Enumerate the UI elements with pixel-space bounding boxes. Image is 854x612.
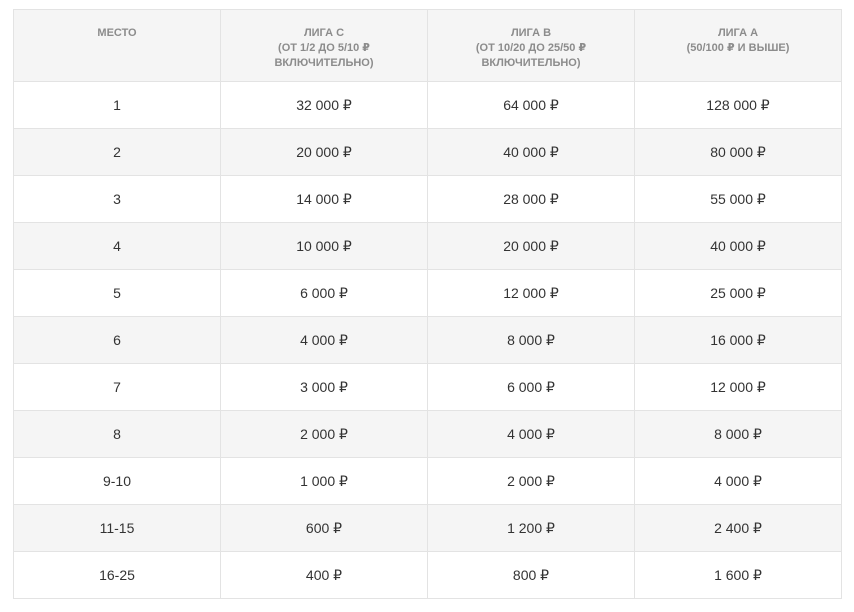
table-row: 7 3 000 ₽ 6 000 ₽ 12 000 ₽ — [13, 363, 842, 411]
cell-place: 11-15 — [13, 504, 221, 552]
table-row: 2 20 000 ₽ 40 000 ₽ 80 000 ₽ — [13, 128, 842, 176]
cell-league-a: 2 400 ₽ — [634, 504, 842, 552]
header-line: МЕСТО — [97, 27, 137, 39]
cell-league-c: 3 000 ₽ — [220, 363, 428, 411]
header-league-a: ЛИГА A (50/100 ₽ И ВЫШЕ) — [634, 9, 842, 82]
cell-league-b: 64 000 ₽ — [427, 81, 635, 129]
cell-league-b: 800 ₽ — [427, 551, 635, 599]
cell-league-c: 10 000 ₽ — [220, 222, 428, 270]
cell-place: 6 — [13, 316, 221, 364]
cell-league-a: 4 000 ₽ — [634, 457, 842, 505]
table-row: 3 14 000 ₽ 28 000 ₽ 55 000 ₽ — [13, 175, 842, 223]
cell-place: 1 — [13, 81, 221, 129]
cell-league-c: 400 ₽ — [220, 551, 428, 599]
table-row: 5 6 000 ₽ 12 000 ₽ 25 000 ₽ — [13, 269, 842, 317]
cell-place: 4 — [13, 222, 221, 270]
table-body: 1 32 000 ₽ 64 000 ₽ 128 000 ₽ 2 20 000 ₽… — [13, 81, 842, 599]
prize-table: МЕСТО ЛИГА C (ОТ 1/2 ДО 5/10 ₽ ВКЛЮЧИТЕЛ… — [13, 9, 842, 599]
cell-league-b: 4 000 ₽ — [427, 410, 635, 458]
table-row: 6 4 000 ₽ 8 000 ₽ 16 000 ₽ — [13, 316, 842, 364]
table-row: 4 10 000 ₽ 20 000 ₽ 40 000 ₽ — [13, 222, 842, 270]
header-line: ВКЛЮЧИТЕЛЬНО) — [274, 57, 374, 69]
cell-league-c: 2 000 ₽ — [220, 410, 428, 458]
cell-league-a: 25 000 ₽ — [634, 269, 842, 317]
table-row: 11-15 600 ₽ 1 200 ₽ 2 400 ₽ — [13, 504, 842, 552]
header-league-b: ЛИГА B (ОТ 10/20 ДО 25/50 ₽ ВКЛЮЧИТЕЛЬНО… — [427, 9, 635, 82]
cell-league-b: 8 000 ₽ — [427, 316, 635, 364]
cell-place: 8 — [13, 410, 221, 458]
header-line: (ОТ 10/20 ДО 25/50 ₽ — [475, 42, 587, 54]
cell-place: 3 — [13, 175, 221, 223]
table-row: 1 32 000 ₽ 64 000 ₽ 128 000 ₽ — [13, 81, 842, 129]
header-line: ЛИГА C — [303, 27, 345, 39]
header-line: ЛИГА B — [510, 27, 552, 39]
cell-league-a: 1 600 ₽ — [634, 551, 842, 599]
cell-league-c: 600 ₽ — [220, 504, 428, 552]
cell-league-c: 4 000 ₽ — [220, 316, 428, 364]
table-row: 8 2 000 ₽ 4 000 ₽ 8 000 ₽ — [13, 410, 842, 458]
header-league-c: ЛИГА C (ОТ 1/2 ДО 5/10 ₽ ВКЛЮЧИТЕЛЬНО) — [220, 9, 428, 82]
cell-league-c: 1 000 ₽ — [220, 457, 428, 505]
cell-place: 7 — [13, 363, 221, 411]
cell-league-a: 80 000 ₽ — [634, 128, 842, 176]
header-place: МЕСТО — [13, 9, 221, 82]
header-line: ВКЛЮЧИТЕЛЬНО) — [481, 57, 581, 69]
header-line: (50/100 ₽ И ВЫШЕ) — [686, 42, 790, 54]
cell-league-b: 2 000 ₽ — [427, 457, 635, 505]
cell-league-b: 28 000 ₽ — [427, 175, 635, 223]
cell-league-b: 12 000 ₽ — [427, 269, 635, 317]
cell-league-b: 40 000 ₽ — [427, 128, 635, 176]
cell-league-a: 16 000 ₽ — [634, 316, 842, 364]
cell-league-c: 14 000 ₽ — [220, 175, 428, 223]
cell-league-c: 20 000 ₽ — [220, 128, 428, 176]
cell-league-b: 20 000 ₽ — [427, 222, 635, 270]
header-line: ЛИГА A — [717, 27, 759, 39]
cell-place: 5 — [13, 269, 221, 317]
table-row: 9-10 1 000 ₽ 2 000 ₽ 4 000 ₽ — [13, 457, 842, 505]
cell-league-c: 32 000 ₽ — [220, 81, 428, 129]
cell-place: 16-25 — [13, 551, 221, 599]
header-row: МЕСТО ЛИГА C (ОТ 1/2 ДО 5/10 ₽ ВКЛЮЧИТЕЛ… — [13, 9, 842, 82]
cell-league-c: 6 000 ₽ — [220, 269, 428, 317]
cell-league-a: 128 000 ₽ — [634, 81, 842, 129]
table-header: МЕСТО ЛИГА C (ОТ 1/2 ДО 5/10 ₽ ВКЛЮЧИТЕЛ… — [13, 9, 842, 82]
header-line: (ОТ 1/2 ДО 5/10 ₽ — [278, 42, 370, 54]
cell-league-a: 40 000 ₽ — [634, 222, 842, 270]
table-row: 16-25 400 ₽ 800 ₽ 1 600 ₽ — [13, 551, 842, 599]
cell-league-a: 8 000 ₽ — [634, 410, 842, 458]
cell-league-b: 6 000 ₽ — [427, 363, 635, 411]
cell-place: 2 — [13, 128, 221, 176]
prize-table-container: МЕСТО ЛИГА C (ОТ 1/2 ДО 5/10 ₽ ВКЛЮЧИТЕЛ… — [13, 9, 842, 599]
cell-league-a: 55 000 ₽ — [634, 175, 842, 223]
cell-league-b: 1 200 ₽ — [427, 504, 635, 552]
cell-place: 9-10 — [13, 457, 221, 505]
cell-league-a: 12 000 ₽ — [634, 363, 842, 411]
